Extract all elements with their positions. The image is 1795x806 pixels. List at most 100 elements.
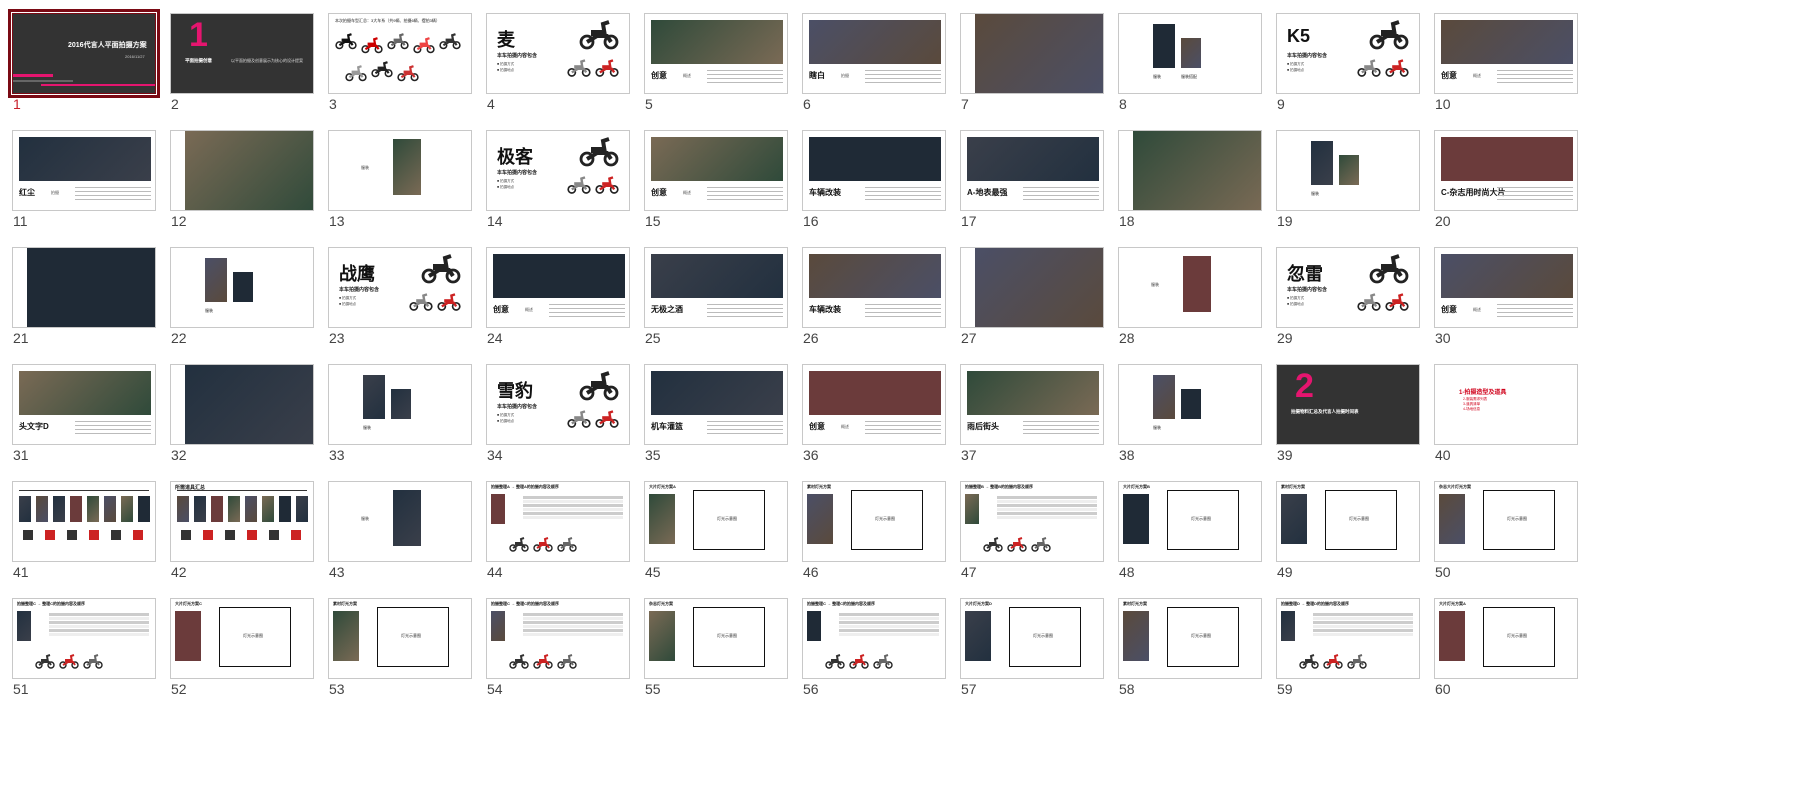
slide-thumbnail[interactable]: 拍摄整理B → 整理B的拍摄内容及顺序 bbox=[960, 481, 1104, 562]
slide-thumbnail[interactable]: 2016代言人平面拍摄方案 2016/11/27 bbox=[8, 9, 160, 98]
slide-number: 37 bbox=[961, 447, 977, 463]
slide-content: 创意 概述 bbox=[645, 131, 787, 210]
slide-thumbnail[interactable]: 服装 服装搭配 bbox=[1118, 13, 1262, 94]
slide-thumbnail[interactable]: 头文字D bbox=[12, 364, 156, 445]
scooter-icon bbox=[1369, 254, 1409, 284]
slide-thumbnail[interactable]: 拍摄整理D → 整理D的拍摄内容及顺序 bbox=[1276, 598, 1420, 679]
slide-content: 雪豹 本车拍摄内容包含 ■ 拍摄方式 ■ 拍摄地点 bbox=[487, 365, 629, 444]
text-line bbox=[865, 429, 941, 430]
slide-thumbnail[interactable]: 1-拍摄造型及道具 2-服装需求列表 3-道具清单 4-场地信息 bbox=[1434, 364, 1578, 445]
scooter-icon bbox=[361, 37, 383, 54]
text-line bbox=[1023, 187, 1099, 188]
slide-thumbnail[interactable]: 拍摄整理C → 整理C的拍摄内容及顺序 bbox=[12, 598, 156, 679]
slide-thumbnail[interactable]: 极客 本车拍摄内容包含 ■ 拍摄方式 ■ 拍摄地点 bbox=[486, 130, 630, 211]
slide-thumbnail[interactable]: 大片灯光方案A 灯光示意图 bbox=[1434, 598, 1578, 679]
scooter-icon bbox=[1385, 59, 1409, 77]
text-line bbox=[1497, 195, 1573, 196]
slide-thumbnail[interactable]: 无极之酒 bbox=[644, 247, 788, 328]
slide-thumbnail[interactable]: 拍摄整理A → 整理A的拍摄内容及顺序 bbox=[486, 481, 630, 562]
slide-thumbnail[interactable]: 服装 bbox=[170, 247, 314, 328]
concept-subtitle: 概述 bbox=[1473, 307, 1481, 312]
slide-thumbnail[interactable]: 瞎白 拍摄 bbox=[802, 13, 946, 94]
slide-thumbnail[interactable]: 车辆改装 bbox=[802, 247, 946, 328]
text-line bbox=[1023, 429, 1099, 430]
photo-image bbox=[53, 496, 65, 522]
slide-title: 拍摄整理B → 整理B的拍摄内容及顺序 bbox=[965, 484, 1033, 489]
slide-thumbnail[interactable]: 素材灯光方案 灯光示意图 bbox=[328, 598, 472, 679]
section-number: 2 bbox=[1295, 367, 1314, 405]
slide-content bbox=[961, 14, 1103, 93]
slide-thumbnail[interactable]: 机车灌篮 bbox=[644, 364, 788, 445]
slide-content: C-杂志用时尚大片 创意 bbox=[1435, 131, 1577, 210]
slide-number: 1 bbox=[13, 96, 21, 112]
slide-thumbnail[interactable] bbox=[170, 130, 314, 211]
scooter-icon bbox=[557, 654, 577, 669]
slide-thumbnail[interactable]: 本次拍摄车型汇总：3大车系（共9辆、拍摄6辆、摆拍3辆） bbox=[328, 13, 472, 94]
slide-thumbnail[interactable]: 战鹰 本车拍摄内容包含 ■ 拍摄方式 ■ 拍摄地点 bbox=[328, 247, 472, 328]
slide-thumbnail[interactable]: 素材灯光方案 灯光示意图 bbox=[1276, 481, 1420, 562]
slide-number: 21 bbox=[13, 330, 29, 346]
slide-thumbnail[interactable]: 所需道具汇总 bbox=[170, 481, 314, 562]
slide-thumbnail[interactable]: 雨后街头 bbox=[960, 364, 1104, 445]
slide-number: 52 bbox=[171, 681, 187, 697]
photo-image bbox=[651, 137, 783, 181]
slide-thumbnail[interactable] bbox=[1118, 130, 1262, 211]
slide-thumbnail[interactable]: 素材灯光方案 灯光示意图 bbox=[1118, 598, 1262, 679]
slide-thumbnail[interactable]: 拍摄整理C → 整理C的拍摄内容及顺序 bbox=[802, 598, 946, 679]
slide-number: 13 bbox=[329, 213, 345, 229]
slide-thumbnail[interactable]: 雪豹 本车拍摄内容包含 ■ 拍摄方式 ■ 拍摄地点 bbox=[486, 364, 630, 445]
slide-thumbnail[interactable]: 大片灯光方案B 灯光示意图 bbox=[1118, 481, 1262, 562]
diagram-label: 灯光示意图 bbox=[717, 516, 737, 521]
slide-thumbnail[interactable] bbox=[960, 247, 1104, 328]
slide-thumbnail[interactable]: 服装 bbox=[1118, 247, 1262, 328]
slide-thumbnail[interactable]: 大片灯光方案C 灯光示意图 bbox=[170, 598, 314, 679]
slide-thumbnail[interactable]: 素材灯光方案 灯光示意图 bbox=[802, 481, 946, 562]
bullet-item: ■ 拍摄方式 bbox=[1287, 62, 1305, 66]
text-line bbox=[707, 429, 783, 430]
slide-thumbnail[interactable]: 大片灯光方案D 灯光示意图 bbox=[960, 598, 1104, 679]
photo-image bbox=[807, 611, 821, 641]
slide-thumbnail[interactable] bbox=[170, 364, 314, 445]
text-line bbox=[865, 433, 941, 434]
slide-thumbnail[interactable]: 服装 bbox=[1118, 364, 1262, 445]
bullet-item: ■ 拍摄地点 bbox=[497, 185, 515, 189]
slide-thumbnail[interactable]: K5 本车拍摄内容包含 ■ 拍摄方式 ■ 拍摄地点 bbox=[1276, 13, 1420, 94]
slide-thumbnail[interactable]: 忽雷 本车拍摄内容包含 ■ 拍摄方式 ■ 拍摄地点 bbox=[1276, 247, 1420, 328]
slide-thumbnail[interactable]: 车辆改装 bbox=[802, 130, 946, 211]
text-line bbox=[75, 199, 151, 200]
slide-thumbnail[interactable]: 服装 bbox=[328, 130, 472, 211]
slide-thumbnail[interactable]: 创意 概述 bbox=[802, 364, 946, 445]
photo-image bbox=[138, 496, 150, 522]
slide-thumbnail[interactable]: C-杂志用时尚大片 创意 bbox=[1434, 130, 1578, 211]
slide-thumbnail[interactable]: 杂志灯光方案 灯光示意图 bbox=[644, 598, 788, 679]
slide-number: 55 bbox=[645, 681, 661, 697]
slide-thumbnail[interactable]: 创意 概述 bbox=[644, 130, 788, 211]
slide-thumbnail[interactable]: 创意 概述 bbox=[1434, 13, 1578, 94]
slide-thumbnail[interactable] bbox=[960, 13, 1104, 94]
slide-thumbnail[interactable]: 杂志大片灯光方案 灯光示意图 bbox=[1434, 481, 1578, 562]
scooter-icon bbox=[413, 37, 435, 54]
slide-thumbnail[interactable]: 服装 bbox=[328, 364, 472, 445]
slide-thumbnail[interactable]: 麦本车拍摄内容包含 ■ 拍摄方式 ■ 拍摄地点 bbox=[486, 13, 630, 94]
slide-thumbnail[interactable]: 2 拍摄物料汇总及代言人拍摄时间表 bbox=[1276, 364, 1420, 445]
slide-thumbnail[interactable]: A-地表最强 bbox=[960, 130, 1104, 211]
slide-number: 59 bbox=[1277, 681, 1293, 697]
model-subtitle: 本车拍摄内容包含 bbox=[339, 287, 380, 293]
slide-thumbnail[interactable]: 创意 概述 bbox=[644, 13, 788, 94]
slide-thumbnail[interactable]: 拍摄整理C → 整理C的拍摄内容及顺序 bbox=[486, 598, 630, 679]
scooter-icon bbox=[509, 537, 529, 552]
slide-thumbnail[interactable]: 创意 概述 bbox=[486, 247, 630, 328]
text-line bbox=[865, 78, 941, 79]
slide-thumbnail[interactable]: 红尘 拍摄 bbox=[12, 130, 156, 211]
slide-thumbnail[interactable]: 服装 bbox=[1276, 130, 1420, 211]
slide-thumbnail[interactable] bbox=[12, 247, 156, 328]
concept-title: 创意 bbox=[651, 71, 667, 80]
slide-thumbnail[interactable]: 服装 bbox=[328, 481, 472, 562]
slide-thumbnail[interactable] bbox=[12, 481, 156, 562]
slide-content: 大片灯光方案A 灯光示意图 bbox=[1435, 599, 1577, 678]
slide-thumbnail[interactable]: 创意 概述 bbox=[1434, 247, 1578, 328]
diagram-label: 灯光示意图 bbox=[401, 633, 421, 638]
slide-thumbnail[interactable]: 大片灯光方案A 灯光示意图 bbox=[644, 481, 788, 562]
scooter-icon bbox=[533, 654, 553, 669]
slide-thumbnail[interactable]: 1 平面拍摄创意 以平面拍摄及创意展示为核心的设计提案 bbox=[170, 13, 314, 94]
